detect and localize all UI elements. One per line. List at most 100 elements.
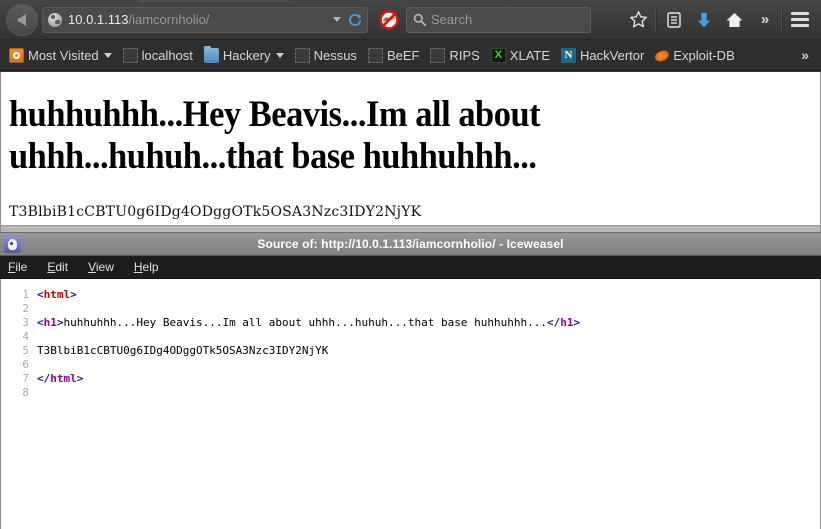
source-view-window: Source of: http://10.0.1.113/iamcornholi… bbox=[0, 232, 821, 529]
bookmark-label: XLATE bbox=[509, 47, 551, 63]
toolbar-divider-2 bbox=[781, 8, 783, 31]
bookmark-label: Most Visited bbox=[28, 47, 99, 63]
exploit-db-favicon bbox=[654, 49, 671, 63]
code-token: </ bbox=[37, 372, 51, 385]
hamburger-menu-button[interactable] bbox=[785, 5, 815, 35]
code-line: 5 T3BlbiB1cCBTU0g6IDg4ODggOTk5OSA3Nzc3IDY… bbox=[1, 344, 820, 358]
menu-file[interactable]: File bbox=[8, 260, 27, 274]
code-token: > bbox=[70, 288, 77, 301]
code-line-content: <html> bbox=[37, 288, 77, 302]
browser-chrome: 10.0.1.113/iamcornholio/ Search » Most V… bbox=[0, 0, 821, 72]
code-token: h1 bbox=[43, 316, 57, 329]
chevron-double-right-icon: » bbox=[760, 11, 769, 28]
navigation-toolbar: 10.0.1.113/iamcornholio/ Search » bbox=[0, 0, 821, 40]
reload-icon[interactable] bbox=[348, 13, 362, 27]
hackvertor-favicon: N bbox=[561, 47, 577, 63]
bookmark-label: HackVertor bbox=[580, 47, 645, 63]
chevron-down-icon[interactable] bbox=[333, 17, 341, 22]
blank-favicon bbox=[294, 47, 310, 63]
blank-favicon bbox=[430, 47, 446, 63]
bookmarks-overflow-icon[interactable]: » bbox=[801, 47, 815, 63]
source-window-titlebar[interactable]: Source of: http://10.0.1.113/iamcornholi… bbox=[0, 232, 821, 256]
chevron-down-icon bbox=[103, 52, 112, 58]
bookmark-hackvertor[interactable]: N HackVertor bbox=[558, 44, 650, 66]
back-button[interactable] bbox=[6, 3, 38, 36]
line-number: 8 bbox=[22, 386, 29, 399]
home-icon[interactable] bbox=[719, 5, 749, 35]
code-token: </ bbox=[546, 316, 561, 329]
toolbar-divider bbox=[655, 8, 657, 31]
bookmark-label: BeEF bbox=[386, 47, 420, 63]
bookmark-label: RIPS bbox=[449, 47, 480, 63]
xlate-favicon: X bbox=[490, 47, 506, 63]
address-bar[interactable]: 10.0.1.113/iamcornholio/ bbox=[42, 6, 368, 33]
back-arrow-icon bbox=[16, 13, 26, 26]
code-token: < bbox=[37, 316, 44, 329]
search-placeholder: Search bbox=[431, 12, 473, 27]
code-line-content: T3BlbiB1cCBTU0g6IDg4ODggOTk5OSA3Nzc3IDY2… bbox=[37, 344, 328, 358]
code-line-content: </html> bbox=[37, 372, 83, 386]
code-line-content: <h1>huhhuhhh...Hey Beavis...Im all about… bbox=[37, 316, 580, 330]
code-line: 8 bbox=[1, 386, 820, 400]
line-number: 1 bbox=[22, 288, 29, 301]
blank-favicon bbox=[367, 47, 383, 63]
url-host: 10.0.1.113 bbox=[68, 12, 129, 27]
code-token: h1 bbox=[560, 316, 574, 329]
reader-list-button[interactable] bbox=[659, 5, 689, 35]
code-line: 3 <h1>huhhuhhh...Hey Beavis...Im all abou… bbox=[1, 316, 820, 330]
chevron-down-icon bbox=[275, 52, 284, 58]
most-visited-icon bbox=[9, 47, 24, 63]
source-code-area[interactable]: 1 <html> 2 3 <h1>huhhuhhh...Hey Beavis...Im … bbox=[0, 279, 821, 529]
menu-view[interactable]: View bbox=[88, 260, 114, 274]
code-token: huhhuhhh...Hey Beavis...Im all about uhh… bbox=[63, 316, 547, 329]
bookmarks-toolbar: Most Visited localhost Hackery Nessus Be… bbox=[0, 40, 821, 71]
code-line: 2 bbox=[1, 302, 820, 316]
code-token: > bbox=[76, 372, 84, 385]
page-content: huhhuhhh...Hey Beavis...Im all about uhh… bbox=[0, 72, 821, 232]
code-line: 7 </html> bbox=[1, 372, 820, 386]
line-number: 5 bbox=[22, 344, 29, 357]
folder-icon bbox=[203, 45, 219, 63]
blank-favicon bbox=[122, 47, 138, 63]
bookmark-rips[interactable]: RIPS bbox=[427, 44, 485, 66]
code-line: 4 bbox=[1, 330, 820, 344]
bookmark-star-button[interactable] bbox=[623, 5, 653, 35]
bookmark-label: Exploit-DB bbox=[673, 47, 735, 63]
code-line: 6 bbox=[1, 358, 820, 372]
code-token: html bbox=[50, 372, 77, 385]
menu-edit[interactable]: Edit bbox=[47, 260, 68, 274]
bookmark-most-visited[interactable]: Most Visited bbox=[6, 44, 118, 66]
search-box[interactable]: Search bbox=[406, 6, 591, 33]
page-paragraph: T3BlbiB1cCBTU0g6IDg4ODggOTk5OSA3Nzc3IDY2… bbox=[9, 204, 422, 220]
search-icon bbox=[413, 13, 426, 26]
bookmark-label: localhost bbox=[141, 47, 193, 63]
bookmark-nessus[interactable]: Nessus bbox=[292, 44, 363, 66]
toolbar-overflow-button[interactable]: » bbox=[749, 5, 779, 35]
code-token: > bbox=[56, 316, 64, 329]
bookmark-label: Nessus bbox=[313, 47, 357, 63]
code-token: T3BlbiB1cCBTU0g6IDg4ODggOTk5OSA3Nzc3IDY2… bbox=[37, 344, 329, 357]
line-number: 6 bbox=[22, 358, 29, 371]
bookmark-exploit-db[interactable]: Exploit-DB bbox=[652, 44, 740, 66]
source-window-menubar: File Edit View Help bbox=[0, 256, 821, 279]
code-token: html bbox=[43, 288, 71, 301]
hamburger-menu-icon bbox=[791, 9, 809, 30]
page-heading: huhhuhhh...Hey Beavis...Im all about uhh… bbox=[9, 94, 541, 177]
noscript-icon[interactable] bbox=[378, 9, 400, 31]
download-arrow-icon[interactable] bbox=[689, 5, 719, 35]
code-token: < bbox=[37, 288, 44, 301]
bookmark-label: Hackery bbox=[222, 47, 271, 63]
code-line: 1 <html> bbox=[1, 288, 820, 302]
line-number: 7 bbox=[22, 372, 29, 385]
menu-help[interactable]: Help bbox=[134, 260, 159, 274]
url-path: /iamcornholio/ bbox=[128, 12, 210, 27]
bookmark-xlate[interactable]: X XLATE bbox=[488, 44, 556, 66]
line-number: 3 bbox=[22, 316, 29, 329]
bookmark-hackery[interactable]: Hackery bbox=[201, 44, 290, 66]
address-bar-text: 10.0.1.113/iamcornholio/ bbox=[68, 12, 329, 27]
bookmark-beef[interactable]: BeEF bbox=[365, 44, 426, 66]
bookmark-localhost[interactable]: localhost bbox=[120, 44, 199, 66]
page-horizontal-scrollbar[interactable] bbox=[1, 225, 820, 232]
line-number: 2 bbox=[22, 302, 29, 315]
line-number: 4 bbox=[22, 330, 29, 343]
